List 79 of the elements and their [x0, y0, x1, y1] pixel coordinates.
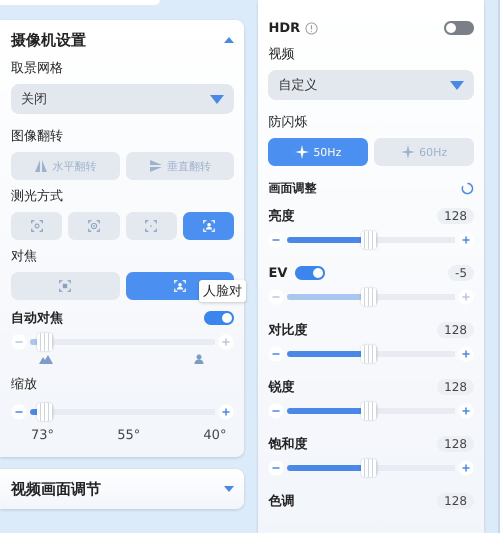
increase-button[interactable]	[218, 404, 234, 420]
tooltip: 人脸对	[199, 280, 246, 302]
info-icon[interactable]	[305, 22, 318, 34]
increase-button[interactable]	[218, 334, 234, 350]
toggle-switch[interactable]	[204, 311, 234, 325]
field-label: 视频	[268, 46, 296, 64]
field-label: 测光方式	[11, 188, 64, 206]
slider-thumb[interactable]	[360, 459, 377, 477]
slider-thumb[interactable]	[360, 402, 377, 420]
increase-button[interactable]	[458, 403, 474, 419]
flicker-option[interactable]: 60Hz	[374, 138, 474, 166]
value-readout: 128	[437, 379, 474, 395]
face-frame-icon	[202, 219, 216, 233]
decrease-button[interactable]	[11, 334, 27, 350]
slider-thumb[interactable]	[360, 288, 377, 306]
slider-thumb[interactable]	[360, 231, 377, 249]
section-title: 视频画面调节	[11, 480, 101, 498]
collapse-icon[interactable]	[224, 37, 234, 43]
input-field[interactable]	[0, 0, 160, 5]
setting-label: 亮度	[268, 208, 294, 225]
field-label: 防闪烁	[268, 114, 308, 132]
decrease-button[interactable]	[268, 460, 284, 476]
metering-option[interactable]	[183, 212, 234, 240]
slider-thumb[interactable]	[37, 333, 54, 351]
value-readout: 128	[437, 208, 474, 224]
slider-thumb[interactable]	[37, 403, 54, 421]
setting-label: 自动对焦	[11, 310, 63, 327]
increase-button[interactable]	[458, 232, 474, 248]
sparkle-icon	[295, 145, 310, 159]
setting-label: 色调	[268, 493, 294, 510]
flip-vertical-icon	[149, 159, 164, 173]
field-label: 图像翻转	[11, 128, 64, 146]
square-frame-icon	[58, 279, 72, 293]
zoom-tick-label: 40°	[203, 428, 226, 443]
flicker-option[interactable]: 50Hz	[268, 138, 368, 166]
metering-option[interactable]	[68, 212, 120, 240]
decrease-button[interactable]	[11, 404, 27, 420]
flip-horizontal-icon	[34, 159, 48, 173]
toggle-switch[interactable]	[295, 266, 326, 280]
metering-option[interactable]	[126, 212, 178, 240]
decrease-button[interactable]	[268, 403, 284, 419]
increase-button[interactable]	[458, 460, 474, 476]
field-label: 取景网格	[11, 60, 64, 78]
target-frame-icon	[87, 219, 102, 233]
value-readout: 128	[437, 436, 474, 452]
increase-button[interactable]	[458, 346, 474, 362]
setting-label: EV	[268, 266, 288, 280]
setting-label: 锐度	[268, 378, 294, 396]
zoom-tick-label: 55°	[117, 428, 140, 443]
dropdown-arrow-icon	[450, 80, 464, 90]
toggle-switch[interactable]	[444, 21, 474, 35]
dropdown-arrow-icon	[210, 94, 224, 104]
value-readout: 128	[437, 322, 474, 338]
section-label: 画面调整	[268, 180, 316, 196]
dropdown[interactable]: 自定义	[268, 70, 474, 100]
decrease-button[interactable]	[268, 289, 284, 305]
setting-label: 饱和度	[268, 436, 308, 453]
reset-icon[interactable]	[461, 182, 474, 194]
field-label: 对焦	[11, 248, 38, 266]
center-frame-icon	[30, 219, 44, 233]
setting-label: HDR	[268, 20, 300, 36]
face-frame-icon	[173, 279, 188, 293]
decrease-button[interactable]	[268, 232, 284, 248]
dropdown[interactable]: 关闭	[11, 84, 234, 114]
mountain-icon	[39, 354, 53, 364]
spot-frame-icon	[144, 219, 158, 233]
slider-thumb[interactable]	[360, 345, 377, 363]
metering-option[interactable]	[11, 212, 62, 240]
increase-button[interactable]	[458, 289, 474, 305]
person-icon	[192, 354, 206, 364]
value-readout: 128	[437, 493, 474, 509]
sparkle-icon	[401, 145, 416, 159]
setting-label: 对比度	[268, 322, 308, 339]
zoom-tick-label: 73°	[31, 428, 54, 443]
decrease-button[interactable]	[268, 346, 284, 362]
field-label: 缩放	[11, 376, 38, 394]
value-readout: -5	[448, 265, 474, 281]
expand-icon[interactable]	[224, 486, 234, 492]
section-title: 摄像机设置	[11, 30, 86, 50]
